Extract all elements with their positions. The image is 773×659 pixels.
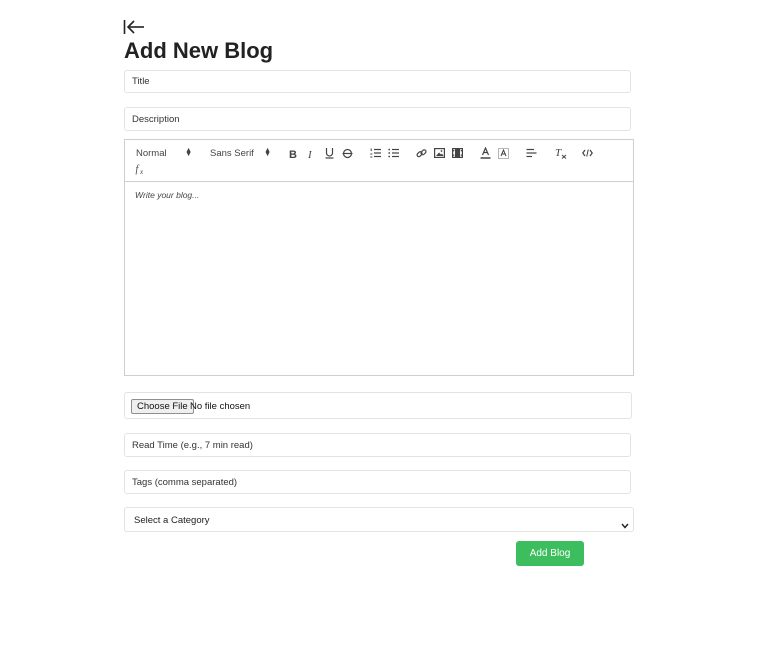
read-time-input[interactable] [124,433,631,457]
strike-icon[interactable] [341,146,353,160]
text-color-icon[interactable] [479,146,491,160]
svg-text:x: x [139,168,144,175]
bullet-list-icon[interactable] [387,146,399,160]
file-status: No file chosen [190,401,251,412]
background-color-icon[interactable] [497,146,509,160]
picker-arrows-icon: ▲ ▼ [264,147,271,158]
font-picker-label: Sans Serif [210,147,254,159]
category-select-label: Select a Category [134,515,210,526]
svg-text:T: T [555,147,562,159]
editor-content[interactable]: Write your blog... [135,190,199,200]
chevron-down-icon [621,516,629,534]
formula-icon[interactable]: fx [135,162,147,176]
underline-icon[interactable] [323,146,335,160]
file-upload: Choose File No file chosen [124,392,632,419]
category-select[interactable]: Select a Category [124,507,634,532]
clear-format-icon[interactable]: T [553,146,567,160]
choose-file-button[interactable]: Choose File [131,399,194,414]
svg-text:f: f [136,164,140,175]
page-title: Add New Blog [124,38,274,63]
svg-text:I: I [307,149,313,159]
tags-input[interactable] [124,470,631,494]
bold-icon[interactable]: B [287,146,299,160]
svg-text:,,: ,, [190,165,196,173]
font-picker[interactable]: Sans Serif ▲ ▼ [210,146,271,160]
header-picker-label: Normal [136,147,167,159]
editor-toolbar: Normal ▲ ▼ Sans Serif ▲ ▼ B I T f x ,, [125,140,633,182]
header-picker[interactable]: Normal ▲ ▼ [136,146,192,160]
picker-arrows-icon: ▲ ▼ [185,147,192,158]
image-icon[interactable] [433,146,445,160]
link-icon[interactable] [415,146,427,160]
blog-editor: Normal ▲ ▼ Sans Serif ▲ ▼ B I T f x ,, W… [124,139,634,376]
blockquote-icon[interactable]: ,, [189,162,201,176]
code-icon[interactable] [581,146,593,160]
title-input[interactable] [124,70,631,93]
video-icon[interactable] [451,146,463,160]
description-input[interactable] [124,107,631,131]
svg-text:B: B [289,149,297,159]
back-icon[interactable] [123,17,147,37]
add-blog-button[interactable]: Add Blog [516,541,584,566]
ordered-list-icon[interactable] [369,146,381,160]
align-icon[interactable] [525,146,537,160]
italic-icon[interactable]: I [305,146,317,160]
